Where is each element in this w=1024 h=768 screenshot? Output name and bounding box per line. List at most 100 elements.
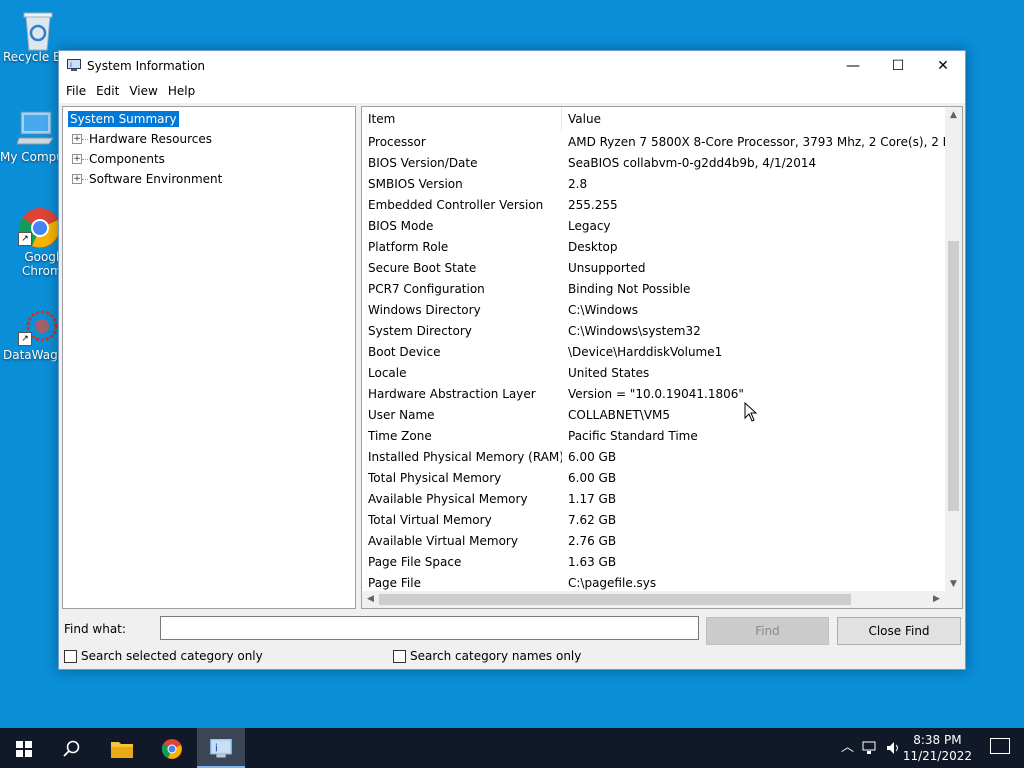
tree-item-hardware-resources[interactable]: + Hardware Resources	[63, 129, 355, 149]
row-item-cell: Embedded Controller Version	[368, 198, 544, 212]
row-value-cell: AMD Ryzen 7 5800X 8-Core Processor, 3793…	[568, 135, 945, 149]
table-row[interactable]: Total Virtual Memory 7.62 GB	[362, 510, 945, 531]
start-icon	[16, 740, 32, 757]
row-value-cell: 2.8	[568, 177, 588, 191]
network-icon[interactable]	[862, 728, 878, 768]
vertical-scrollbar[interactable]: ▲ ▼	[945, 107, 962, 593]
table-row[interactable]: Embedded Controller Version 255.255	[362, 195, 945, 216]
taskbar-file-explorer[interactable]	[98, 728, 146, 768]
expand-icon[interactable]: +	[72, 154, 82, 164]
row-item-cell: Total Physical Memory	[368, 471, 502, 485]
tree-connector	[82, 179, 88, 180]
menu-bar: File Edit View Help	[59, 81, 965, 103]
list-rows: Processor AMD Ryzen 7 5800X 8-Core Proces…	[362, 132, 945, 594]
desktop-icon-label: DataWagon	[3, 348, 58, 362]
expand-icon[interactable]: +	[72, 174, 82, 184]
row-value-cell: Legacy	[568, 219, 611, 233]
column-header-value[interactable]: Value	[562, 107, 945, 131]
title-bar[interactable]: i System Information — ☐ ✕	[59, 51, 965, 81]
search-button[interactable]	[48, 728, 96, 768]
row-item-cell: SMBIOS Version	[368, 177, 463, 191]
row-item-cell: BIOS Version/Date	[368, 156, 478, 170]
tree-item-software-environment[interactable]: + Software Environment	[63, 169, 355, 189]
table-row[interactable]: Installed Physical Memory (RAM) 6.00 GB	[362, 447, 945, 468]
search-selected-category-checkbox[interactable]: Search selected category only	[64, 649, 263, 663]
row-item-cell: PCR7 Configuration	[368, 282, 485, 296]
desktop-icon-label: My Computer	[0, 150, 58, 164]
start-button[interactable]	[0, 728, 48, 768]
table-row[interactable]: Locale United States	[362, 363, 945, 384]
vertical-scroll-thumb[interactable]	[948, 241, 959, 511]
row-item-cell: Time Zone	[368, 429, 432, 443]
horizontal-scrollbar[interactable]: ◀ ▶	[362, 591, 945, 608]
row-item-cell: Available Physical Memory	[368, 492, 528, 506]
row-value-cell: C:\Windows	[568, 303, 639, 317]
column-header-item[interactable]: Item	[362, 107, 562, 131]
row-value-cell: United States	[568, 366, 650, 380]
tree-item-system-summary[interactable]: System Summary	[63, 109, 355, 129]
file-explorer-icon	[111, 741, 133, 758]
table-row[interactable]: Total Physical Memory 6.00 GB	[362, 468, 945, 489]
row-item-cell: Secure Boot State	[368, 261, 477, 275]
table-row[interactable]: Available Virtual Memory 2.76 GB	[362, 531, 945, 552]
volume-icon[interactable]	[886, 728, 902, 768]
table-row[interactable]: Platform Role Desktop	[362, 237, 945, 258]
menu-file[interactable]: File	[61, 81, 91, 103]
find-what-input[interactable]	[160, 616, 699, 640]
row-value-cell: C:\Windows\system32	[568, 324, 701, 338]
close-find-button[interactable]: Close Find	[837, 617, 961, 645]
taskbar-clock[interactable]: 8:38 PM 11/21/2022	[903, 732, 972, 764]
table-row[interactable]: Processor AMD Ryzen 7 5800X 8-Core Proces…	[362, 132, 945, 153]
table-row[interactable]: Time Zone Pacific Standard Time	[362, 426, 945, 447]
table-row[interactable]: Available Physical Memory 1.17 GB	[362, 489, 945, 510]
taskbar-chrome[interactable]	[148, 728, 196, 768]
system-information-window: i System Information — ☐ ✕ File Edit Vie…	[58, 50, 966, 670]
scroll-up-arrow-icon[interactable]: ▲	[945, 107, 962, 124]
table-row[interactable]: Boot Device \Device\HarddiskVolume1	[362, 342, 945, 363]
find-button[interactable]: Find	[706, 617, 829, 645]
menu-view[interactable]: View	[124, 81, 162, 103]
table-row[interactable]: BIOS Mode Legacy	[362, 216, 945, 237]
table-row[interactable]: PCR7 Configuration Binding Not Possible	[362, 279, 945, 300]
menu-edit[interactable]: Edit	[91, 81, 124, 103]
row-item-cell: System Directory	[368, 324, 472, 338]
checkbox-box[interactable]	[64, 649, 77, 663]
show-hidden-icons-chevron-icon[interactable]: ︿	[841, 728, 854, 768]
table-row[interactable]: BIOS Version/Date SeaBIOS collabvm-0-g2dd…	[362, 153, 945, 174]
category-tree: System Summary + Hardware Resources + Co…	[62, 106, 356, 609]
row-value-cell: 6.00 GB	[568, 471, 617, 485]
expand-icon[interactable]: +	[72, 134, 82, 144]
taskbar-system-information[interactable]: i	[197, 728, 245, 768]
tree-item-components[interactable]: + Components	[63, 149, 355, 169]
row-value-cell: \Device\HarddiskVolume1	[568, 345, 723, 359]
tree-item-label: Components	[89, 152, 165, 166]
table-row[interactable]: Windows Directory C:\Windows	[362, 300, 945, 321]
scroll-left-arrow-icon[interactable]: ◀	[362, 591, 379, 608]
search-category-names-checkbox[interactable]: Search category names only	[393, 649, 581, 663]
datawagon-icon: ↗	[18, 306, 58, 346]
shortcut-arrow-icon: ↗	[18, 232, 32, 246]
clock-date: 11/21/2022	[902, 749, 972, 763]
svg-text:i: i	[70, 61, 72, 69]
recycle-bin-icon	[18, 8, 58, 51]
maximize-button[interactable]: ☐	[875, 51, 921, 81]
computer-icon	[15, 108, 55, 148]
table-row[interactable]: Secure Boot State Unsupported	[362, 258, 945, 279]
horizontal-scroll-thumb[interactable]	[379, 594, 851, 605]
close-button[interactable]: ✕	[920, 51, 966, 81]
minimize-button[interactable]: —	[830, 51, 876, 81]
notification-icon[interactable]	[990, 738, 1010, 754]
table-row[interactable]: System Directory C:\Windows\system32	[362, 321, 945, 342]
table-row[interactable]: SMBIOS Version 2.8	[362, 174, 945, 195]
svg-text:i: i	[215, 741, 218, 754]
system-information-icon: i	[210, 738, 232, 757]
menu-help[interactable]: Help	[163, 81, 200, 103]
checkbox-box[interactable]	[393, 649, 406, 663]
scroll-right-arrow-icon[interactable]: ▶	[928, 591, 945, 608]
table-row[interactable]: Hardware Abstraction Layer Version = "10.…	[362, 384, 945, 405]
row-value-cell: 1.63 GB	[568, 555, 617, 569]
table-row[interactable]: Page File Space 1.63 GB	[362, 552, 945, 573]
table-row[interactable]: User Name COLLABNET\VM5	[362, 405, 945, 426]
tree-connector	[82, 159, 88, 160]
checkbox-label: Search category names only	[410, 649, 582, 663]
